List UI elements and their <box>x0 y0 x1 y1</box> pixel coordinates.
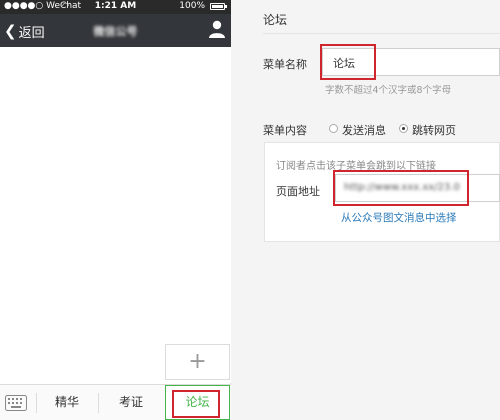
pick-from-articles-link[interactable]: 从公众号图文消息中选择 <box>341 210 457 225</box>
keyboard-icon[interactable] <box>5 395 27 411</box>
plus-icon: + <box>188 349 207 374</box>
radio-send-message[interactable] <box>329 124 338 133</box>
menu-tab-jinghua[interactable]: 精华 <box>37 385 97 420</box>
menu-name-label: 菜单名称 <box>263 58 307 71</box>
battery-percent: 100% <box>179 1 205 11</box>
header-divider <box>263 33 500 34</box>
add-submenu-button[interactable]: + <box>165 344 230 380</box>
chat-area <box>0 47 231 383</box>
battery-icon <box>210 3 227 10</box>
url-notice: 订阅者点击该子菜单会跳到以下链接 <box>276 161 436 172</box>
option-jump-webpage-label: 跳转网页 <box>412 124 456 137</box>
menu-name-input[interactable]: 论坛 <box>322 48 500 76</box>
editor-header: 论坛 <box>263 13 288 27</box>
option-send-message-label: 发送消息 <box>342 124 386 137</box>
menu-tab-kaozheng[interactable]: 考证 <box>99 385 163 420</box>
account-name: 微信公号 <box>93 25 138 38</box>
menu-tab-luntan[interactable]: 论坛 <box>165 385 230 420</box>
menu-content-label: 菜单内容 <box>263 124 307 137</box>
page-url-input[interactable]: http://www.xxx.xx/23.0 <box>335 174 500 202</box>
menu-name-hint: 字数不超过4个汉字或8个字母 <box>325 85 452 96</box>
status-bar: ●●●●○ WeChat ◠ 1:21 AM 100% <box>0 0 231 14</box>
nav-bar: ❮ 返回 微信公号 <box>0 14 231 47</box>
page-url-value: http://www.xxx.xx/23.0 <box>344 182 460 193</box>
radio-jump-webpage[interactable] <box>399 124 408 133</box>
custom-menu-bar: 精华 考证 论坛 <box>0 384 231 420</box>
person-icon[interactable] <box>208 19 226 39</box>
phone-preview: ●●●●○ WeChat ◠ 1:21 AM 100% ❮ 返回 微信公号 + … <box>0 0 231 420</box>
page-url-label: 页面地址 <box>276 185 320 198</box>
